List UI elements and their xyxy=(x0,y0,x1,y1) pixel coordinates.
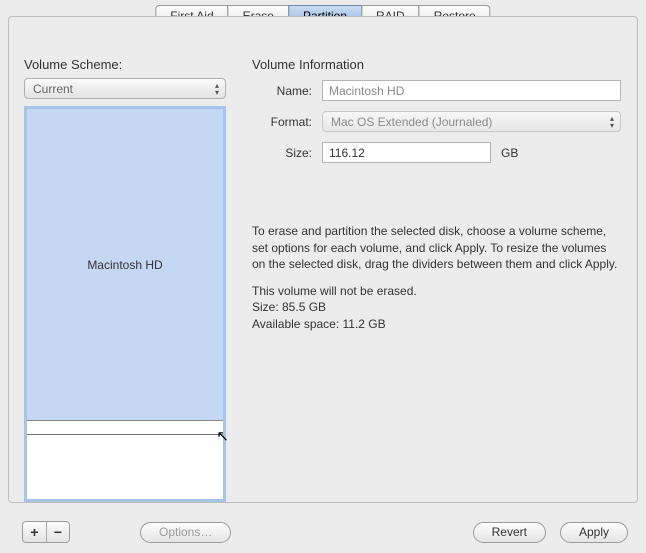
name-field[interactable] xyxy=(322,80,621,101)
add-partition-button[interactable]: + xyxy=(23,522,46,542)
updown-arrows-icon: ▴▾ xyxy=(215,82,219,96)
partition-divider[interactable] xyxy=(27,421,223,435)
volume-scheme-value: Current xyxy=(33,82,73,96)
partition-volume[interactable]: Macintosh HD xyxy=(27,109,223,421)
size-field[interactable] xyxy=(322,142,491,163)
volume-info-column: Volume Information Name: Format: Mac OS … xyxy=(234,57,637,502)
help-text: To erase and partition the selected disk… xyxy=(252,223,621,332)
disk-utility-partition-pane: First AidErasePartitionRAIDRestore Volum… xyxy=(0,0,646,553)
help-paragraph: To erase and partition the selected disk… xyxy=(252,223,621,273)
volume-scheme-label: Volume Scheme: xyxy=(24,57,226,72)
help-erase-status: This volume will not be erased. xyxy=(252,283,621,300)
help-size-line: Size: 85.5 GB xyxy=(252,299,621,316)
partition-volume-label: Macintosh HD xyxy=(87,258,162,272)
format-value: Mac OS Extended (Journaled) xyxy=(331,115,492,129)
size-label: Size: xyxy=(252,146,312,160)
volume-scheme-column: Volume Scheme: Current ▴▾ Macintosh HD ↖ xyxy=(9,57,234,502)
name-label: Name: xyxy=(252,84,312,98)
updown-arrows-icon: ▴▾ xyxy=(610,115,614,129)
size-unit: GB xyxy=(501,146,518,160)
format-label: Format: xyxy=(252,115,312,129)
remove-partition-button[interactable]: − xyxy=(46,522,69,542)
help-available-line: Available space: 11.2 GB xyxy=(252,316,621,333)
add-remove-segment: + − xyxy=(22,521,70,543)
partition-layout[interactable]: Macintosh HD ↖ xyxy=(24,106,226,502)
content-panel: Volume Scheme: Current ▴▾ Macintosh HD ↖… xyxy=(8,16,638,503)
revert-button[interactable]: Revert xyxy=(473,522,546,543)
apply-button[interactable]: Apply xyxy=(560,522,628,543)
format-popup[interactable]: Mac OS Extended (Journaled) ▴▾ xyxy=(322,111,621,132)
bottom-toolbar: + − Options… Revert Apply xyxy=(8,521,638,543)
volume-scheme-popup[interactable]: Current ▴▾ xyxy=(24,78,226,99)
options-button[interactable]: Options… xyxy=(140,522,231,543)
volume-info-title: Volume Information xyxy=(252,57,621,72)
